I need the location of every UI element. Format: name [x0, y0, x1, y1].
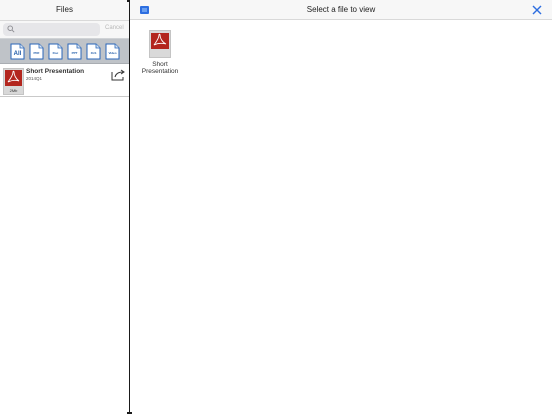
close-icon[interactable]: [532, 5, 542, 15]
cancel-button[interactable]: Cancel: [105, 25, 124, 31]
sidebar-title: Files: [0, 0, 129, 21]
filter-ppt-label: PPT: [71, 51, 78, 55]
filter-ppt-button[interactable]: PPT: [67, 43, 82, 60]
filter-all-button[interactable]: All: [10, 43, 25, 60]
filter-pdf-button[interactable]: PDF: [29, 43, 44, 60]
search-box[interactable]: [3, 23, 100, 36]
main-header: Select a file to view: [130, 0, 552, 20]
file-thumbnail: 2Mb: [3, 68, 24, 95]
document-thumbnail: [149, 30, 171, 58]
pane-divider[interactable]: [129, 0, 130, 414]
file-name: Short Presentation: [26, 68, 85, 75]
filter-all-label: All: [13, 51, 22, 57]
filter-video-label: Video: [108, 51, 117, 55]
filter-xls-label: XLS: [90, 51, 97, 55]
filter-doc-label: Doc: [52, 51, 59, 55]
search-input[interactable]: [17, 23, 97, 36]
search-icon: [7, 25, 15, 33]
filter-doc-button[interactable]: Doc: [48, 43, 63, 60]
document-label: Short Presentation: [141, 61, 179, 75]
pdf-icon: [5, 70, 22, 86]
filter-pdf-label: PDF: [33, 51, 40, 55]
file-sidebar: Files Cancel All PDF Doc PPT XLS Video 2…: [0, 0, 129, 414]
pdf-icon: [151, 33, 169, 49]
main-title: Select a file to view: [306, 5, 376, 14]
file-type-filter-bar: All PDF Doc PPT XLS Video: [0, 38, 129, 64]
file-size: 2Mb: [9, 88, 18, 93]
search-row: Cancel: [0, 21, 129, 38]
share-icon[interactable]: [111, 69, 126, 81]
file-subtitle: 2014Q1: [26, 76, 43, 81]
document-tile[interactable]: Short Presentation: [141, 30, 179, 75]
filter-xls-button[interactable]: XLS: [86, 43, 101, 60]
file-list-item[interactable]: 2Mb Short Presentation 2014Q1: [0, 65, 129, 97]
filter-video-button[interactable]: Video: [105, 43, 120, 60]
